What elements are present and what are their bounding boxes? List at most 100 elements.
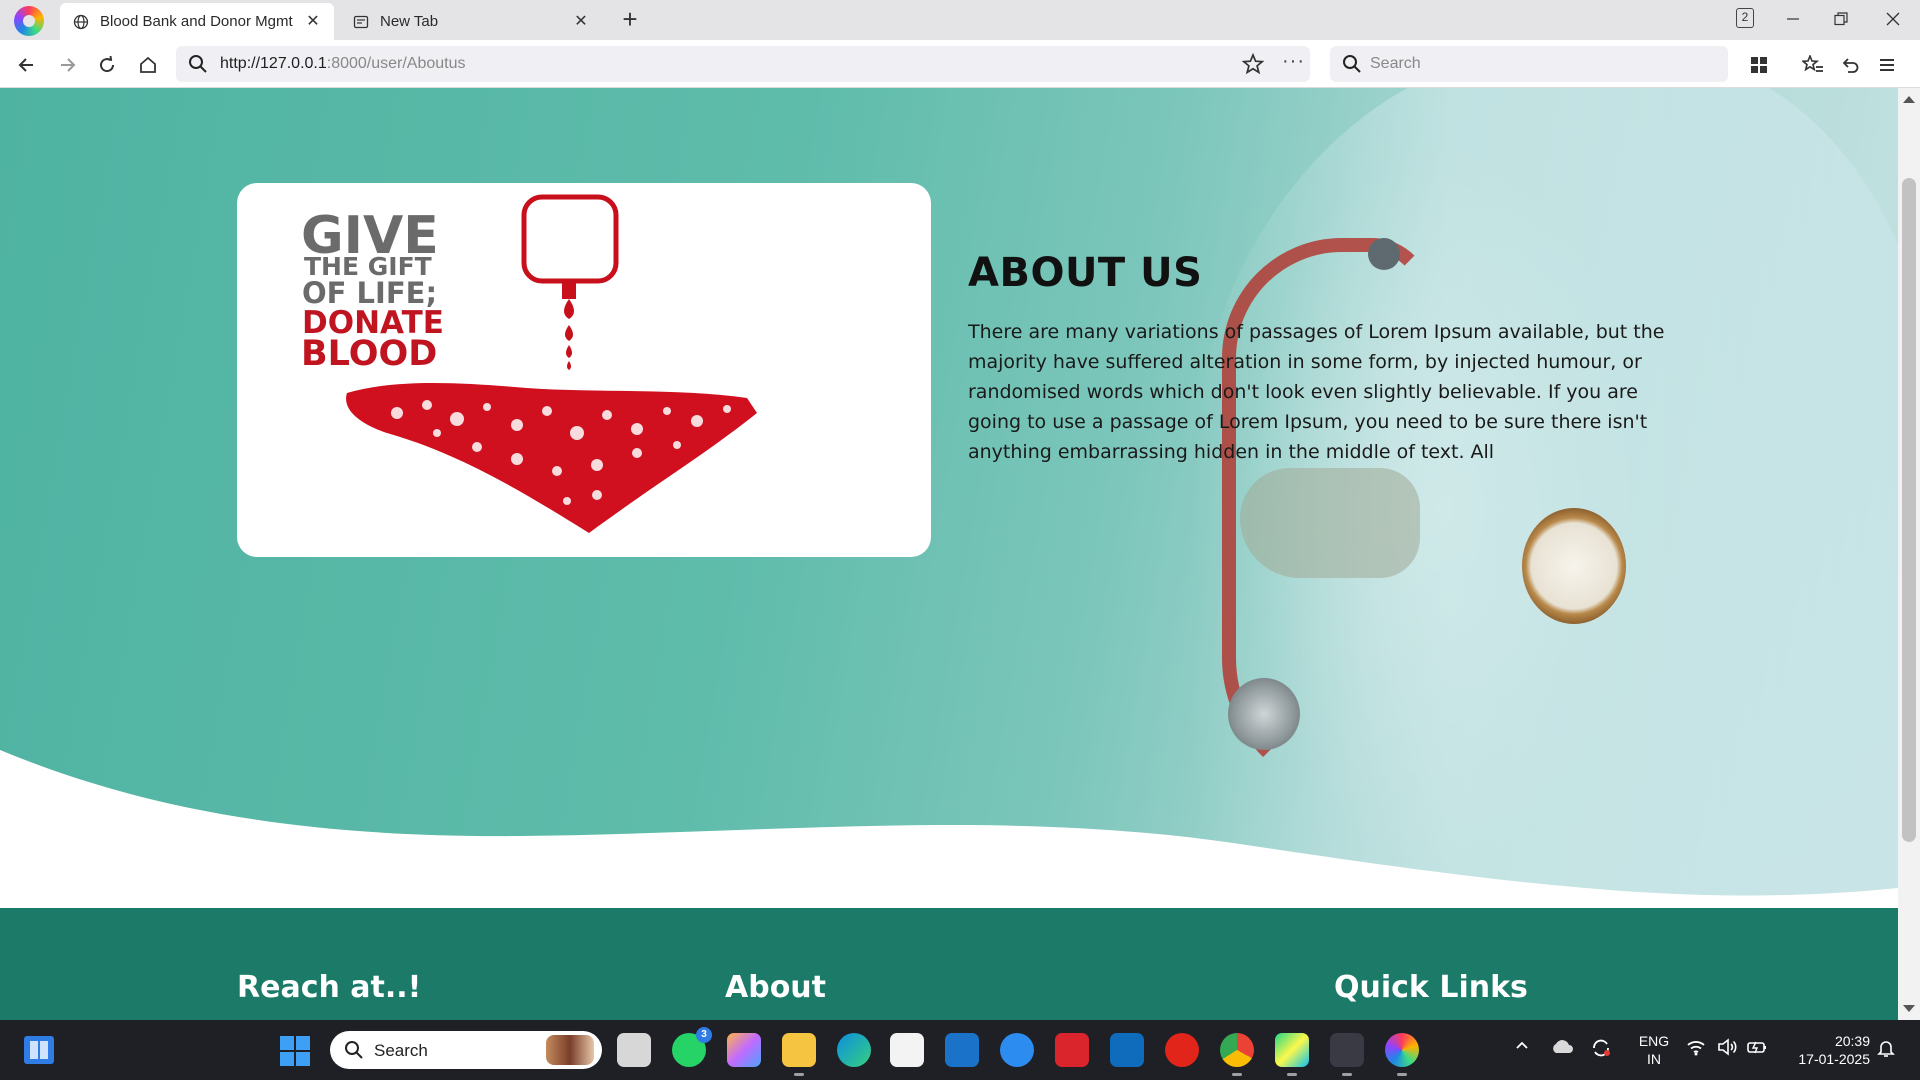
tab-title: New Tab (380, 13, 439, 30)
start-button[interactable] (280, 1036, 310, 1066)
address-bar[interactable]: http://127.0.0.1:8000/user/Aboutus ··· (176, 46, 1310, 82)
url-host: http://127.0.0.1 (220, 55, 327, 72)
hero-wave-divider (0, 750, 1898, 928)
back-button[interactable] (12, 50, 42, 80)
poster-line-blood: BLOOD (301, 334, 437, 374)
task-view-icon[interactable] (617, 1033, 651, 1067)
undo-close-tab-button[interactable] (1835, 50, 1865, 80)
get-help-icon[interactable] (1000, 1033, 1034, 1067)
footer-about-heading: About (725, 970, 827, 1005)
stethoscope-earpiece (1368, 238, 1400, 270)
sync-icon[interactable] (1590, 1038, 1612, 1061)
search-icon (1342, 54, 1362, 79)
search-icon (344, 1040, 364, 1065)
tab-new-tab[interactable]: New Tab ✕ (340, 3, 602, 40)
reload-icon (100, 55, 115, 73)
browser-app-icon[interactable] (1385, 1033, 1419, 1076)
new-tab-button[interactable]: + (616, 6, 644, 34)
myhp-icon[interactable] (945, 1033, 979, 1067)
url-path: :8000/user/Aboutus (326, 55, 466, 72)
wifi-icon[interactable] (1686, 1038, 1706, 1059)
blood-bag-icon (521, 194, 619, 284)
about-us-heading: ABOUT US (968, 250, 1203, 296)
region-code: IN (1647, 1051, 1661, 1067)
site-footer: Reach at..! About Quick Links (0, 908, 1898, 1020)
battery-icon[interactable] (1746, 1038, 1768, 1059)
search-highlight-image (546, 1035, 594, 1065)
clock-date: 17-01-2025 (1798, 1051, 1870, 1067)
onedrive-cloud-icon[interactable] (1550, 1038, 1574, 1059)
undo-icon (1842, 58, 1859, 73)
file-explorer-icon[interactable] (782, 1033, 816, 1076)
close-window-button[interactable] (1870, 4, 1916, 34)
doctor-hand-image (1240, 468, 1420, 578)
footer-quick-links-heading: Quick Links (1334, 970, 1528, 1005)
widgets-icon[interactable] (24, 1036, 54, 1064)
chrome-icon[interactable] (1220, 1033, 1254, 1076)
more-options-icon[interactable]: ··· (1282, 50, 1305, 73)
windows-logo-icon (280, 1036, 294, 1050)
chevron-up-icon[interactable] (1514, 1038, 1530, 1057)
home-icon (140, 56, 156, 73)
browser-search-bar[interactable] (1330, 46, 1728, 82)
scroll-down-arrow-icon[interactable] (1903, 1005, 1915, 1012)
windows-taskbar: Search 3 ENG IN 20:39 17-01-2025 (0, 1020, 1920, 1080)
restore-button[interactable] (1818, 4, 1864, 34)
bookmarks-button[interactable] (1798, 50, 1828, 80)
extensions-button[interactable] (1744, 50, 1774, 80)
mcafee-icon[interactable] (1055, 1033, 1089, 1067)
taskbar-search-box[interactable]: Search (330, 1031, 602, 1069)
arrow-left-icon (18, 58, 33, 72)
tab-count-icon[interactable]: 2 (1736, 8, 1754, 28)
hamburger-menu-icon (1880, 59, 1894, 71)
wristwatch-image (1522, 508, 1626, 624)
blood-donation-image-card: GIVE THE GIFT OF LIFE; DONATE BLOOD (237, 183, 931, 557)
search-icon (188, 54, 208, 79)
language-indicator[interactable]: ENG IN (1634, 1032, 1674, 1068)
wps-office-icon[interactable] (1165, 1033, 1199, 1067)
reload-button[interactable] (92, 50, 122, 80)
give-blood-poster-image: GIVE THE GIFT OF LIFE; DONATE BLOOD (301, 194, 757, 533)
language-code: ENG (1638, 1033, 1670, 1049)
system-clock[interactable]: 20:39 17-01-2025 (1780, 1032, 1870, 1068)
pycharm-icon[interactable] (1275, 1033, 1309, 1076)
home-button[interactable] (133, 50, 163, 80)
minimize-button[interactable] (1770, 4, 1816, 34)
scroll-up-arrow-icon[interactable] (1903, 96, 1915, 103)
outlook-icon[interactable] (1110, 1033, 1144, 1067)
copilot-icon[interactable] (727, 1033, 761, 1067)
close-icon[interactable]: ✕ (304, 13, 322, 31)
scrollbar-thumb[interactable] (1902, 178, 1916, 842)
browser-logo-icon[interactable] (14, 6, 44, 36)
arrow-right-icon (61, 58, 76, 72)
volume-icon[interactable] (1716, 1038, 1738, 1059)
new-tab-page-icon (352, 13, 370, 31)
about-hero-section: GIVE THE GIFT OF LIFE; DONATE BLOOD ABOU… (0, 88, 1898, 948)
browser-tab-strip: Blood Bank and Donor Mgmt ✕ New Tab ✕ + … (0, 0, 1920, 40)
browser-navbar: http://127.0.0.1:8000/user/Aboutus ··· (0, 40, 1920, 88)
tab-title: Blood Bank and Donor Mgmt (100, 13, 293, 30)
whatsapp-icon[interactable]: 3 (672, 1027, 712, 1067)
globe-icon (72, 13, 90, 31)
close-icon[interactable]: ✕ (572, 13, 590, 31)
url-text[interactable]: http://127.0.0.1:8000/user/Aboutus (220, 55, 466, 73)
notifications-bell-icon[interactable] (1876, 1038, 1896, 1061)
bookmark-star-icon[interactable] (1241, 52, 1265, 80)
browser-search-input[interactable] (1370, 52, 1710, 76)
page-scrollbar[interactable] (1898, 88, 1920, 1020)
taskbar-search-label: Search (374, 1041, 428, 1060)
grid-icon (1751, 57, 1767, 73)
page-viewport: GIVE THE GIFT OF LIFE; DONATE BLOOD ABOU… (0, 88, 1898, 1020)
forward-button[interactable] (52, 50, 82, 80)
favorites-list-icon (1802, 55, 1823, 72)
menu-button[interactable] (1872, 50, 1902, 80)
tab-blood-bank[interactable]: Blood Bank and Donor Mgmt ✕ (60, 3, 334, 40)
about-us-paragraph: There are many variations of passages of… (968, 321, 1665, 463)
mongodb-compass-icon[interactable] (1330, 1033, 1364, 1076)
whatsapp-unread-badge: 3 (696, 1027, 712, 1043)
footer-reach-heading: Reach at..! (237, 970, 422, 1005)
blood-drops-heart-image (346, 383, 757, 533)
microsoft-store-icon[interactable] (890, 1033, 924, 1067)
edge-icon[interactable] (837, 1033, 871, 1067)
clock-time: 20:39 (1834, 1033, 1870, 1049)
